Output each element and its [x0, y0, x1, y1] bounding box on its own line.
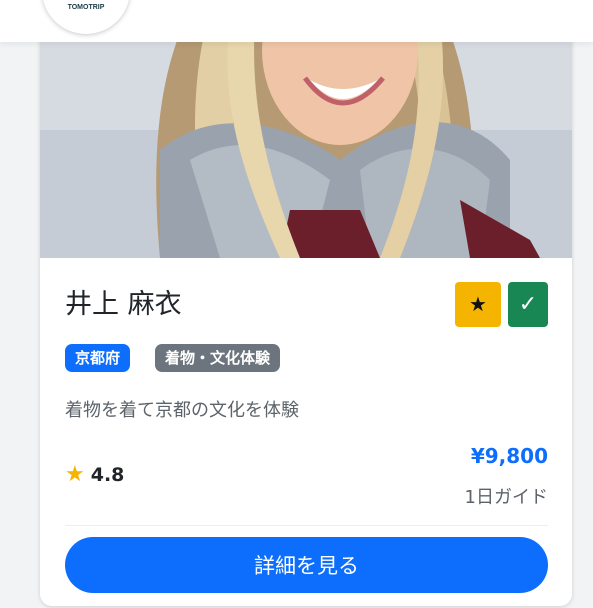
rating-value: 4.8	[90, 464, 125, 486]
guide-card[interactable]: 井上 麻衣 ★ ✓ 京都府 着物・文化体験 着物を着て京都の文化を体験 ★ 4.8…	[40, 10, 572, 606]
price-unit: 1日ガイド	[464, 487, 548, 508]
star-icon: ★	[469, 292, 487, 316]
guide-description: 着物を着て京都の文化を体験	[65, 400, 299, 421]
featured-badge: ★	[455, 282, 501, 327]
guide-photo-illustration	[40, 10, 572, 258]
price: ¥9,800	[470, 444, 548, 468]
check-icon: ✓	[518, 292, 538, 317]
guide-photo	[40, 10, 572, 258]
rating-star-icon: ★	[65, 462, 85, 487]
logo-text: TOMOTRIP	[67, 4, 105, 11]
region-tag: 京都府	[65, 344, 131, 372]
logo[interactable]: TOMOTRIP	[42, 0, 130, 34]
verified-badge: ✓	[508, 282, 548, 327]
guide-name: 井上 麻衣	[65, 289, 182, 320]
divider	[65, 525, 548, 526]
rating: ★ 4.8	[65, 462, 124, 487]
view-details-button[interactable]: 詳細を見る	[65, 537, 548, 593]
top-bar: TOMOTRIP	[0, 0, 593, 42]
category-tag: 着物・文化体験	[155, 344, 281, 372]
